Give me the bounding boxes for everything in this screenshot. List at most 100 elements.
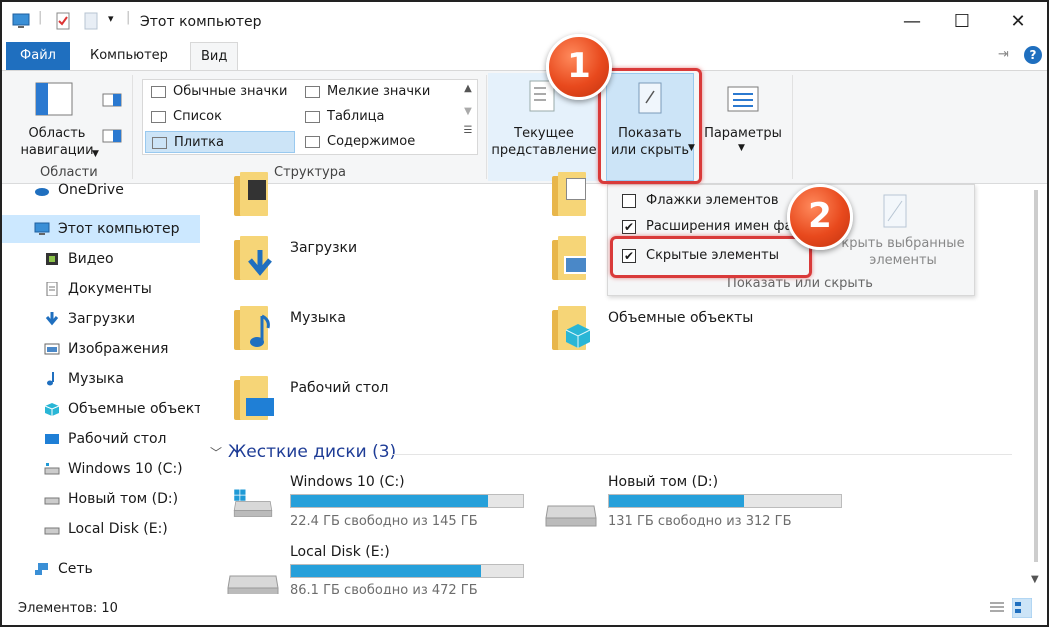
sidebar-item-documents[interactable]: Документы — [2, 275, 200, 303]
section-divider — [392, 454, 1012, 455]
computer-icon — [12, 13, 30, 28]
sidebar-item-desktop[interactable]: Рабочий стол — [2, 425, 200, 453]
details-view-icon[interactable] — [988, 600, 1006, 616]
sidebar-item-pictures[interactable]: Изображения — [2, 335, 200, 363]
drive-icon[interactable] — [544, 498, 598, 528]
scrollbar-thumb[interactable] — [1034, 190, 1038, 562]
download-icon — [45, 312, 59, 326]
navigation-pane-icon[interactable] — [34, 81, 74, 117]
sidebar-item-drive-e[interactable]: Local Disk (E:) — [2, 515, 200, 543]
properties-icon[interactable] — [54, 12, 72, 30]
scroll-down-icon[interactable]: ▼ — [1031, 574, 1039, 585]
hide-selected-button[interactable]: крыть выбранные элементы — [838, 235, 968, 269]
new-folder-icon[interactable] — [82, 12, 100, 30]
separator: | — [126, 10, 131, 25]
checkbox[interactable]: ✔ — [622, 220, 636, 234]
layout-details[interactable]: Таблица — [299, 106, 449, 128]
doc-icon — [566, 178, 586, 200]
large-icons-icon — [151, 86, 166, 98]
drives-section-title[interactable]: Жесткие диски (3) — [228, 442, 396, 462]
expand-gallery-icon[interactable]: ☰ — [458, 125, 478, 136]
sidebar-item-3d-objects[interactable]: Объемные объекты — [2, 395, 200, 423]
drive-usage-bar — [608, 494, 842, 508]
folder-label[interactable]: Объемные объекты — [608, 310, 753, 326]
folder-documents-icon[interactable] — [552, 172, 588, 216]
sidebar-item-video[interactable]: Видео — [2, 245, 200, 273]
layout-tiles[interactable]: Плитка — [145, 131, 295, 153]
drive-usage-bar — [290, 494, 524, 508]
close-button[interactable]: ✕ — [998, 8, 1038, 36]
folder-desktop-icon[interactable] — [234, 376, 274, 420]
details-icon — [305, 111, 320, 123]
folder-label[interactable]: Музыка — [290, 310, 346, 326]
tiles-view-icon[interactable] — [1012, 598, 1032, 618]
highlight-show-hide — [598, 68, 702, 184]
status-bar: Элементов: 10 — [2, 594, 1047, 625]
chevron-down-icon[interactable]: ﹀ — [210, 444, 222, 461]
layout-gallery: Обычные значки Мелкие значки Список Табл… — [142, 79, 478, 155]
group-label-show-hide: Показать или скрыть — [727, 276, 873, 291]
sidebar-item-label: Музыка — [68, 371, 124, 387]
sidebar-item-label: Загрузки — [68, 311, 136, 327]
window-title: Этот компьютер — [140, 14, 262, 30]
options-button[interactable]: Параметры — [698, 125, 788, 142]
folder-video-icon[interactable] — [234, 172, 270, 216]
folder-label[interactable]: Загрузки — [290, 240, 357, 256]
drive-name[interactable]: Windows 10 (C:) — [290, 474, 405, 490]
sidebar-item-downloads[interactable]: Загрузки — [2, 305, 200, 333]
vertical-scrollbar[interactable]: ▼ — [1028, 184, 1045, 594]
sidebar-item-label: Объемные объекты — [68, 401, 200, 417]
scroll-down-icon[interactable]: ▼ — [458, 106, 478, 117]
drive-usage-fill — [291, 495, 489, 507]
sidebar-item-onedrive[interactable]: OneDrive — [2, 176, 200, 204]
sidebar-item-label: Windows 10 (C:) — [68, 461, 183, 477]
desktop-icon — [246, 398, 274, 416]
folder-pictures-icon[interactable] — [552, 236, 588, 280]
sidebar-item-music[interactable]: Музыка — [2, 365, 200, 393]
folder-downloads-icon[interactable] — [234, 236, 272, 280]
hide-selected-icon[interactable] — [880, 193, 910, 229]
sidebar-item-drive-d[interactable]: Новый том (D:) — [2, 485, 200, 513]
highlight-hidden-items — [610, 236, 812, 278]
folder-3d-objects-icon[interactable] — [552, 306, 591, 350]
layout-small-icons[interactable]: Мелкие значки — [299, 81, 449, 103]
layout-large-icons[interactable]: Обычные значки — [145, 81, 295, 103]
windows-drive-icon[interactable] — [226, 488, 280, 518]
layout-scroll[interactable]: ▲ ▼ ☰ — [458, 79, 478, 155]
drive-name[interactable]: Local Disk (E:) — [290, 544, 390, 560]
minimize-button[interactable]: — — [892, 8, 932, 36]
layout-label: Список — [173, 109, 222, 124]
sidebar-item-label: Изображения — [68, 341, 169, 357]
option-label: Флажки элементов — [646, 193, 779, 208]
details-pane-icon[interactable] — [102, 129, 122, 143]
layout-list[interactable]: Список — [145, 106, 295, 128]
current-view-button[interactable]: Текущее представление — [488, 125, 600, 159]
drive-usage-fill — [291, 565, 482, 577]
tab-view[interactable]: Вид — [190, 42, 239, 70]
file-extensions-option[interactable]: ✔ Расширения имен фа — [622, 216, 812, 238]
layout-content[interactable]: Содержимое — [299, 131, 449, 153]
tiles-icon — [152, 137, 167, 149]
drive-name[interactable]: Новый том (D:) — [608, 474, 718, 490]
preview-pane-icon[interactable] — [102, 93, 122, 107]
pin-ribbon-icon[interactable]: ⇥ — [998, 47, 1009, 62]
sidebar-item-this-pc[interactable]: Этот компьютер — [2, 215, 200, 243]
desktop-icon — [45, 434, 59, 444]
maximize-button[interactable]: ☐ — [942, 8, 982, 36]
sidebar-item-network[interactable]: Сеть — [2, 555, 200, 583]
sidebar-item-drive-c[interactable]: Windows 10 (C:) — [2, 455, 200, 483]
help-icon[interactable]: ? — [1024, 46, 1042, 64]
tab-file[interactable]: Файл — [6, 42, 70, 70]
options-icon[interactable] — [726, 85, 760, 113]
sidebar-item-label: Local Disk (E:) — [68, 521, 168, 537]
scroll-up-icon[interactable]: ▲ — [458, 83, 478, 94]
folder-music-icon[interactable] — [234, 306, 270, 350]
list-icon — [151, 111, 166, 123]
sidebar-item-label: OneDrive — [58, 182, 124, 198]
folder-label[interactable]: Рабочий стол — [290, 380, 389, 396]
tab-computer[interactable]: Компьютер — [80, 42, 178, 70]
checkbox[interactable] — [622, 194, 636, 208]
quick-access-dropdown-icon[interactable]: ▾ — [108, 12, 114, 25]
sidebar-item-label: Рабочий стол — [68, 431, 167, 447]
item-checkboxes-option[interactable]: Флажки элементов — [622, 190, 779, 212]
